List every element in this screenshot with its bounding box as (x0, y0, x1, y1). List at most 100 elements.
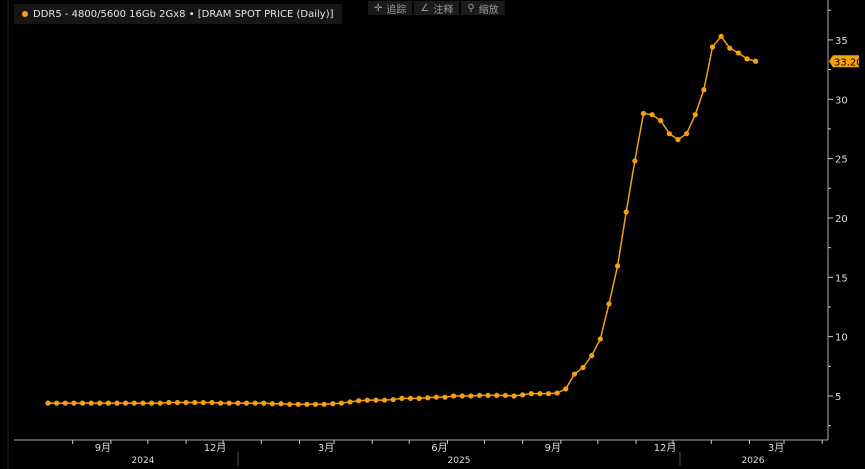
data-point (407, 395, 414, 401)
data-point (218, 400, 224, 406)
chart-toolbar: ✛ 追踪 ∠ 注释 ⚲ 缩放 (368, 1, 507, 16)
data-point (580, 364, 586, 371)
data-point (174, 399, 181, 406)
data-point (709, 44, 716, 50)
data-point (114, 400, 120, 406)
data-point (226, 400, 232, 406)
data-point (416, 395, 422, 401)
data-point (666, 131, 672, 137)
data-point (157, 400, 163, 406)
data-point (606, 301, 612, 307)
data-point (269, 401, 275, 407)
data-point (614, 263, 621, 269)
legend-label: DDR5 - 4800/5600 16Gb 2Gx8 • [DRAM SPOT … (33, 8, 334, 20)
data-point (200, 399, 206, 406)
y-tick-label: 20 (835, 214, 848, 225)
x-tick-label: 12月 (204, 442, 227, 454)
data-point (623, 209, 629, 215)
data-point (727, 45, 733, 51)
data-point (287, 401, 293, 407)
data-point (364, 397, 370, 403)
legend[interactable]: DDR5 - 4800/5600 16Gb 2Gx8 • [DRAM SPOT … (14, 4, 342, 24)
data-point (183, 399, 189, 406)
data-point (658, 118, 664, 124)
x-tick-label: 3月 (768, 442, 784, 454)
data-point (425, 395, 431, 401)
y-tick-label: 30 (835, 95, 848, 106)
data-point (597, 336, 603, 342)
data-point (71, 400, 77, 406)
data-point (235, 400, 241, 406)
track-button[interactable]: ✛ 追踪 (368, 1, 413, 16)
data-point (54, 400, 60, 406)
data-point (649, 112, 655, 118)
data-point (390, 396, 396, 403)
data-point (520, 392, 526, 398)
data-point (459, 393, 465, 399)
data-point (295, 401, 301, 407)
data-point (563, 386, 569, 392)
data-point (675, 137, 681, 143)
x-tick-label: 12月 (654, 442, 677, 454)
y-tick-label: 10 (835, 333, 848, 344)
annotate-button[interactable]: ∠ 注释 (414, 1, 460, 16)
data-point (261, 400, 267, 406)
data-point (433, 394, 439, 400)
price-chart: 51015202530359月 12月 3月 6月 9月 12月 3月2024 2025 202… (7, 0, 863, 469)
data-point (744, 56, 750, 62)
x-tick-label: 3月 (318, 442, 334, 454)
data-point (554, 390, 560, 396)
data-point (545, 391, 552, 397)
data-point (684, 131, 690, 137)
data-point (735, 50, 742, 56)
data-point (640, 110, 647, 117)
data-point (45, 400, 51, 406)
data-point (753, 58, 759, 64)
data-point (356, 398, 362, 404)
data-point (632, 158, 638, 164)
data-point (701, 87, 707, 93)
data-point (494, 392, 500, 399)
magnifier-icon: ⚲ (467, 2, 475, 14)
crosshair-icon: ✛ (374, 2, 383, 14)
data-point (692, 112, 698, 118)
data-point (131, 400, 137, 406)
data-point (88, 400, 94, 406)
data-point (571, 371, 578, 377)
data-point (347, 399, 353, 405)
last-value-label: 33.20 (834, 57, 863, 68)
data-point (312, 401, 319, 407)
data-point (166, 399, 172, 406)
data-point (304, 401, 310, 407)
data-point (381, 397, 388, 403)
year-label: 2026 (742, 456, 765, 466)
data-point (330, 401, 336, 407)
data-point (252, 400, 258, 406)
data-point (97, 400, 103, 406)
data-point (209, 399, 215, 406)
data-point (399, 395, 405, 401)
data-point (278, 401, 284, 407)
data-point (62, 400, 68, 406)
data-point (338, 400, 345, 406)
data-point (468, 393, 474, 399)
zoom-button[interactable]: ⚲ 缩放 (461, 1, 505, 16)
data-point (451, 393, 457, 399)
x-tick-label: 6月 (431, 442, 447, 454)
data-point (373, 397, 379, 403)
data-point (148, 400, 155, 406)
x-tick-label: 9月 (95, 442, 111, 454)
y-tick-label: 35 (835, 36, 848, 47)
data-point (123, 400, 129, 406)
series-line (48, 35, 756, 406)
data-point (105, 400, 112, 406)
data-point (485, 392, 491, 399)
data-point (537, 391, 543, 397)
data-point (589, 353, 595, 359)
data-point (511, 393, 517, 399)
data-point (528, 391, 534, 397)
x-tick-label: 9月 (545, 442, 561, 454)
y-tick-label: 15 (835, 273, 848, 284)
data-point (192, 399, 198, 406)
data-point (442, 394, 448, 400)
